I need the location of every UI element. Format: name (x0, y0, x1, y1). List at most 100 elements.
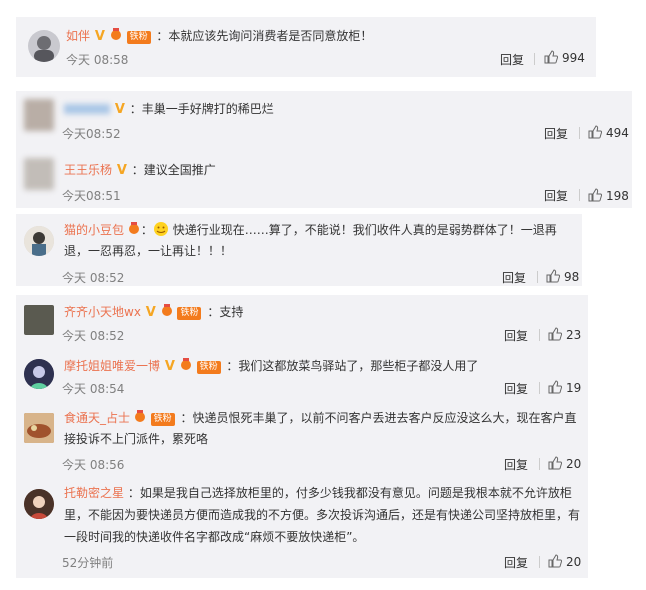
like-button[interactable]: 494 (588, 125, 629, 140)
thumbs-up-icon (588, 188, 603, 202)
username-link[interactable]: 齐齐小天地wx (64, 305, 141, 319)
divider (537, 271, 538, 283)
avatar-image-icon (34, 36, 54, 62)
comment-text: ：建议全国推广 (131, 163, 216, 177)
comment-time: 今天08:51 (62, 189, 121, 203)
medal-icon (161, 304, 172, 316)
fan-badge: 铁粉 (196, 361, 221, 374)
divider (579, 127, 580, 139)
comment-time: 今天 08:54 (62, 382, 125, 396)
reply-button[interactable]: 回复 (504, 380, 528, 397)
like-button[interactable]: 198 (588, 188, 629, 203)
thumbs-up-icon (588, 125, 603, 139)
avatar[interactable] (24, 99, 54, 131)
comment-line: 摩托姐姐唯爱一博 V 铁粉 ：我们这都放菜鸟驿站了，那些柜子都没人用了 (64, 357, 478, 376)
avatar[interactable] (28, 30, 60, 62)
thumbs-up-icon (548, 554, 563, 568)
medal-icon (180, 358, 191, 370)
avatar[interactable] (24, 305, 54, 335)
avatar[interactable] (24, 158, 54, 190)
like-button[interactable]: 20 (548, 554, 581, 569)
divider (539, 458, 540, 470)
comment-card: 齐齐小天地wx V 铁粉 ：支持 今天 08:52 回复 23 摩托姐姐唯爱一博… (16, 295, 588, 578)
comment-line: V ：丰巢一手好牌打的稀巴烂 (64, 100, 274, 119)
medal-icon (110, 28, 121, 40)
like-count: 994 (562, 51, 585, 65)
like-button[interactable]: 98 (546, 269, 579, 284)
comment-time: 今天 08:58 (66, 53, 129, 67)
like-button[interactable]: 19 (548, 380, 581, 395)
comment-line: 齐齐小天地wx V 铁粉 ：支持 (64, 303, 243, 322)
username-link[interactable]: 王王乐杨 (64, 163, 112, 177)
reply-button[interactable]: 回复 (504, 554, 528, 571)
username-link[interactable]: 托勒密之星 (64, 486, 124, 500)
avatar-image-icon (24, 413, 54, 443)
comment-card: 猫的小豆包 ： 快递行业现在……算了，不能说！我们收件人真的是弱势群体了！一退再… (16, 214, 582, 286)
reply-button[interactable]: 回复 (544, 187, 568, 204)
like-button[interactable]: 23 (548, 327, 581, 342)
divider (539, 329, 540, 341)
comment-line: 如伴 V 铁粉 ：本就应该先询问消费者是否同意放柜！ (66, 27, 372, 46)
comment-line: 食通天_占士 铁粉 ：快递员恨死丰巢了，以前不问客户丢进去客户反应没这么大，现在… (64, 408, 579, 450)
comment-line: 托勒密之星 ：如果是我自己选择放柜里的，付多少钱我都没有意见。问题是我根本就不允… (64, 482, 582, 548)
like-count: 20 (566, 457, 582, 471)
verified-v-icon: V (145, 305, 156, 320)
divider (539, 382, 540, 394)
like-button[interactable]: 20 (548, 456, 581, 471)
comment-line: 猫的小豆包 ： 快递行业现在……算了，不能说！我们收件人真的是弱势群体了！一退再… (64, 222, 557, 258)
username-link[interactable]: 食通天_占士 (64, 411, 130, 425)
like-button[interactable]: 994 (544, 50, 585, 65)
verified-v-icon: V (94, 29, 105, 44)
divider (579, 189, 580, 201)
fan-badge: 铁粉 (150, 413, 175, 426)
comment-text: ：如果是我自己选择放柜里的，付多少钱我都没有意见。问题是我根本就不允许放柜里，不… (64, 486, 581, 544)
avatar[interactable] (24, 489, 54, 519)
comment-time: 今天 08:52 (62, 271, 125, 285)
reply-button[interactable]: 回复 (504, 327, 528, 344)
reply-button[interactable]: 回复 (544, 125, 568, 142)
verified-v-icon: V (164, 359, 175, 374)
reply-button[interactable]: 回复 (504, 456, 528, 473)
divider (534, 53, 535, 65)
thumbs-up-icon (548, 456, 563, 470)
like-count: 198 (606, 189, 629, 203)
username-link[interactable] (64, 104, 110, 114)
fan-badge: 铁粉 (126, 31, 151, 44)
comment-card: V ：丰巢一手好牌打的稀巴烂 今天08:52 回复 494 王王乐杨 V ：建议… (16, 91, 632, 208)
thumbs-up-icon (548, 380, 563, 394)
comment-time: 今天 08:52 (62, 329, 125, 343)
username-link[interactable]: 如伴 (66, 29, 90, 43)
comment-card: 如伴 V 铁粉 ：本就应该先询问消费者是否同意放柜！ 今天 08:58 回复 9… (16, 17, 596, 77)
avatar-image-icon (24, 489, 54, 519)
avatar[interactable] (24, 226, 54, 256)
like-count: 98 (564, 270, 580, 284)
username-link[interactable]: 摩托姐姐唯爱一博 (64, 359, 160, 373)
emoji-icon (153, 222, 168, 236)
verified-v-icon: V (114, 102, 125, 117)
like-count: 23 (566, 328, 582, 342)
reply-button[interactable]: 回复 (502, 269, 526, 286)
comment-text: ：本就应该先询问消费者是否同意放柜！ (156, 29, 373, 43)
comment-text: ：我们这都放菜鸟驿站了，那些柜子都没人用了 (226, 359, 479, 373)
thumbs-up-icon (546, 269, 561, 283)
medal-icon (128, 222, 139, 234)
avatar-image-icon (24, 226, 54, 256)
comment-line: 王王乐杨 V ：建议全国推广 (64, 161, 216, 180)
like-count: 20 (566, 555, 582, 569)
comment-time: 今天08:52 (62, 127, 121, 141)
comment-text: ：丰巢一手好牌打的稀巴烂 (129, 102, 274, 116)
divider (539, 556, 540, 568)
avatar[interactable] (24, 359, 54, 389)
comment-time: 今天 08:56 (62, 458, 125, 472)
thumbs-up-icon (544, 50, 559, 64)
like-count: 19 (566, 381, 582, 395)
comment-time: 52分钟前 (62, 556, 114, 570)
avatar-image-icon (24, 359, 54, 389)
reply-button[interactable]: 回复 (500, 51, 524, 68)
username-link[interactable]: 猫的小豆包 (64, 223, 124, 237)
comment-text: ：支持 (207, 305, 244, 319)
verified-v-icon: V (116, 163, 127, 178)
like-count: 494 (606, 126, 629, 140)
fan-badge: 铁粉 (177, 307, 202, 320)
avatar[interactable] (24, 413, 54, 443)
